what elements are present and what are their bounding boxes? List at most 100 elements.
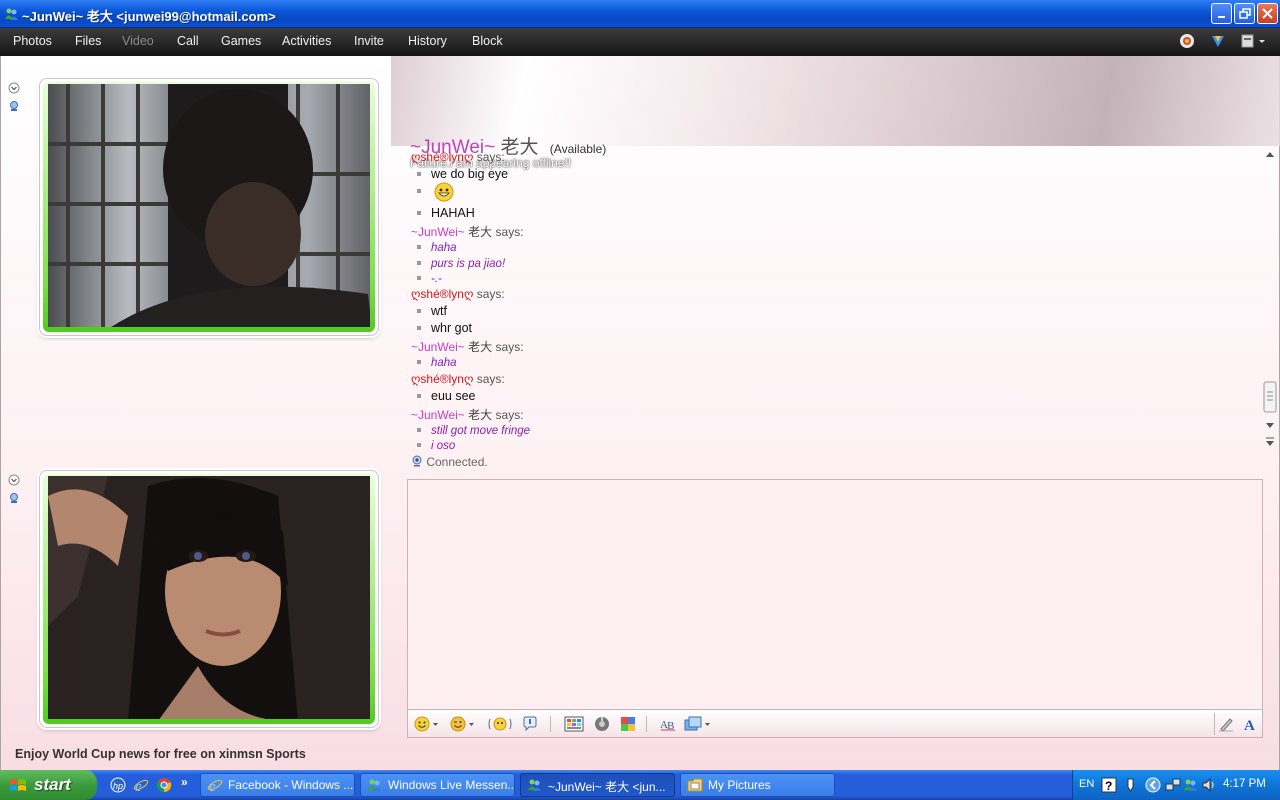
taskbar-button-messenger[interactable]: Windows Live Messen... [360,773,515,797]
history-scrollbar[interactable] [1263,146,1277,451]
my-webcam-image [48,476,370,719]
winks-icon[interactable] [620,716,636,732]
handwriting-icon[interactable] [1218,716,1234,732]
taskbar: start hp e » e Facebook - Windows ... Wi… [0,770,1280,800]
messenger-tray-icon[interactable] [1183,777,1199,793]
menu-video: Video [122,34,154,48]
taskbar-button-facebook[interactable]: e Facebook - Windows ... [200,773,355,797]
show-hidden-icons-icon[interactable] [1145,777,1161,793]
menu-photos[interactable]: Photos [13,34,52,48]
window-title: ~JunWei~ 老大 <junwei99@hotmail.com> [22,9,276,24]
taskbar-button-label: My Pictures [708,778,771,792]
spellcheck-icon[interactable]: AB [659,716,677,732]
message-line: we do big eye [411,167,508,181]
message-text: wtf [431,304,447,318]
message-text: whr got [431,321,472,335]
close-button[interactable] [1257,3,1278,24]
sender-line: ~JunWei~ 老大 says: [411,406,524,423]
network-icon[interactable] [1165,777,1181,793]
menu-activities[interactable]: Activities [282,34,331,48]
start-button[interactable]: start [0,770,97,800]
message-input[interactable] [407,479,1263,710]
emoticon-icon[interactable] [414,716,440,732]
volume-icon[interactable] [1201,777,1217,793]
svg-text:hp: hp [113,781,123,791]
svg-text:A: A [1244,718,1255,732]
webcam-status-text: Connected. [426,455,488,469]
taskbar-button-label: Facebook - Windows ... [228,778,354,792]
contact-webcam-video[interactable] [48,84,370,327]
restore-button[interactable] [1234,3,1255,24]
font-icon[interactable]: A [1242,716,1258,732]
mycam-settings-icon[interactable] [8,492,20,504]
message-line: i oso [411,438,455,452]
sender-name: ღshé®lynღ [411,287,474,301]
messenger-icon [5,8,18,20]
pen-input-icon[interactable] [1123,777,1139,793]
ad-banner-link[interactable]: Enjoy World Cup news for free on xinmsn … [15,747,306,761]
quick-launch-overflow[interactable]: » [181,775,188,789]
sender-name: ღshé®lynღ [411,150,474,164]
menu-files[interactable]: Files [75,34,101,48]
sender-name: ~JunWei~ [411,225,465,239]
says-label: says: [476,287,505,301]
minimize-icon [1217,15,1225,18]
chrome-icon[interactable] [156,777,172,793]
says-label: says: [495,408,524,422]
shield-icon[interactable] [1210,33,1226,49]
help-icon[interactable]: ? [1101,777,1117,793]
windows-logo-icon [10,779,26,791]
games-icon[interactable] [594,716,610,732]
chat-history[interactable]: ღshé®lynღ says: we do big eye HAHAH ~Jun… [411,146,1261,471]
taskbar-button-label: ~JunWei~ 老大 <jun... [548,780,666,794]
my-webcam-video[interactable] [48,476,370,719]
says-label: says: [476,150,505,164]
taskbar-button-label: Windows Live Messen... [388,778,515,792]
system-tray: EN ? 4:17 PM [1072,770,1280,800]
message-text: still got move fringe [431,425,531,437]
taskbar-button-my-pictures[interactable]: My Pictures [680,773,835,797]
menu-call[interactable]: Call [177,34,199,48]
menu-games[interactable]: Games [221,34,261,48]
sender-line: ღshé®lynღ says: [411,150,505,164]
send-files-icon[interactable] [684,716,712,732]
close-icon [1262,8,1273,19]
sender-name-cjk: 老大 [468,408,493,422]
messenger-icon [368,779,381,791]
menu-bar: Photos Files Video Call Games Activities… [0,28,1280,56]
menu-history[interactable]: History [408,34,447,48]
message-line: -.- [411,271,442,285]
says-label: says: [495,340,524,354]
hp-icon[interactable]: hp [110,777,126,793]
sender-name: ~JunWei~ [411,340,465,354]
collapse-mycam-icon[interactable] [8,474,20,486]
ie-icon[interactable]: e [133,777,149,793]
input-toolbar: AB A [407,710,1263,738]
title-bar[interactable]: ~JunWei~ 老大 <junwei99@hotmail.com> [0,0,1280,28]
collapse-webcam-icon[interactable] [8,82,20,94]
sender-name-cjk: 老大 [468,225,493,239]
menu-invite[interactable]: Invite [354,34,384,48]
minimize-button[interactable] [1211,3,1232,24]
webcam-settings-icon[interactable] [8,100,20,112]
conversation-window: ~JunWei~ 老大 (Available) Failure.i am app… [0,56,1280,770]
sender-line: ~JunWei~ 老大 says: [411,223,524,240]
message-line: wtf [411,304,447,318]
show-menu-icon[interactable] [1240,33,1266,49]
message-line [411,182,454,202]
sender-line: ~JunWei~ 老大 says: [411,338,524,355]
contact-webcam-image [48,84,370,327]
start-label: start [34,775,71,794]
menu-block[interactable]: Block [472,34,503,48]
language-indicator[interactable]: EN [1079,778,1094,790]
activity-icon[interactable] [1179,33,1195,49]
voice-clip-icon[interactable] [522,716,538,732]
clock[interactable]: 4:17 PM [1223,778,1266,790]
sender-name: ~JunWei~ [411,408,465,422]
taskbar-button-conversation[interactable]: ~JunWei~ 老大 <jun... [520,773,675,797]
background-icon[interactable] [564,716,584,732]
nudge-icon[interactable] [488,716,512,732]
message-text: i oso [431,440,456,452]
wink-icon[interactable] [450,716,476,732]
messenger-icon [528,779,541,791]
